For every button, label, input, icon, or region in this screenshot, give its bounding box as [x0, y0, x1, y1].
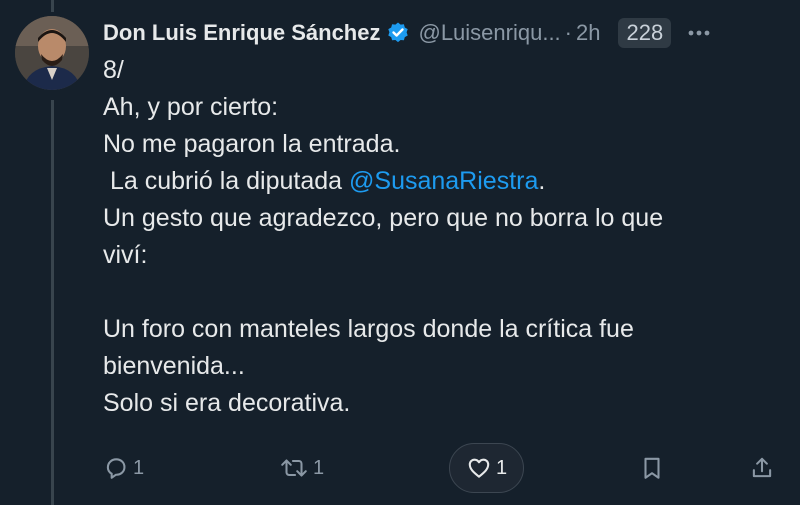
reply-count: 1 [133, 456, 145, 479]
text-fragment: . [538, 167, 546, 195]
view-count-badge: 228 [618, 18, 672, 48]
repost-button[interactable]: 1 [279, 443, 324, 493]
avatar[interactable] [15, 16, 89, 90]
share-button[interactable] [749, 443, 775, 493]
heart-icon [468, 458, 490, 478]
avatar-photo [15, 16, 89, 90]
bookmark-icon [644, 457, 660, 479]
thread-line-top [51, 0, 54, 12]
tweet[interactable]: Don Luis Enrique Sánchez @Luisenriqu... … [0, 0, 800, 505]
reply-icon [106, 458, 126, 479]
like-button[interactable]: 1 [449, 443, 525, 493]
text-line: Un gesto que agradezco, pero que no borr… [103, 204, 664, 232]
verified-badge-icon [386, 21, 410, 45]
more-options-icon[interactable] [685, 23, 713, 43]
text-line: Ah, y por cierto: [103, 93, 279, 121]
text-line-with-mention: La cubrió la diputada @SusanaRiestra. [103, 163, 783, 200]
text-line: viví: [103, 241, 148, 269]
tweet-header: Don Luis Enrique Sánchez @Luisenriqu... … [103, 16, 793, 50]
text-line: Solo si era decorativa. [103, 389, 351, 417]
text-line: No me pagaron la entrada. [103, 130, 401, 158]
bookmark-button[interactable] [639, 443, 665, 493]
reply-button[interactable]: 1 [103, 443, 144, 493]
timestamp[interactable]: 2h [576, 20, 600, 46]
text-fragment: La cubrió la diputada [103, 167, 350, 195]
repost-icon [281, 459, 307, 477]
text-line: 8/ [103, 56, 124, 84]
repost-count: 1 [313, 456, 325, 479]
like-count: 1 [496, 456, 508, 479]
tweet-text: 8/ Ah, y por cierto: No me pagaron la en… [103, 52, 783, 422]
thread-line-bottom [51, 100, 54, 505]
author-name[interactable]: Don Luis Enrique Sánchez [103, 20, 380, 46]
mention-link[interactable]: @SusanaRiestra [349, 167, 538, 195]
text-line: bienvenida... [103, 352, 245, 380]
action-bar: 1 1 1 [103, 443, 783, 493]
share-icon [752, 457, 772, 478]
author-handle[interactable]: @Luisenriqu... [418, 20, 560, 46]
separator-dot: · [564, 20, 572, 45]
text-line: Un foro con manteles largos donde la crí… [103, 315, 634, 343]
